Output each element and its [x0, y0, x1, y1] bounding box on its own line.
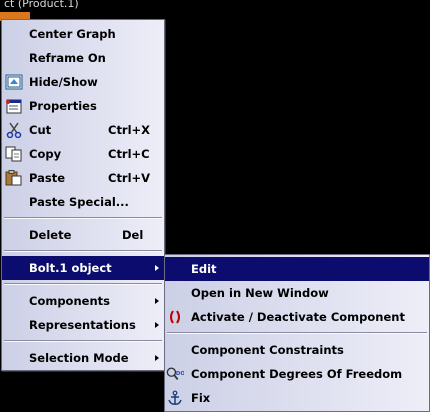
context-menu: Center Graph Reframe On Hide/Show Proper… [1, 19, 165, 371]
menu-item-center-graph[interactable]: Center Graph [2, 22, 164, 46]
menu-item-representations[interactable]: Representations [2, 313, 164, 337]
menu-item-label: Properties [29, 99, 97, 113]
menu-item-label: Bolt.1 object [29, 261, 112, 275]
activate-brackets-icon [170, 310, 180, 324]
svg-text:DOF: DOF [176, 371, 184, 377]
menu-item-label: Cut [29, 123, 52, 137]
properties-icon [6, 99, 22, 114]
menu-item-selection-mode[interactable]: Selection Mode [2, 346, 164, 370]
menu-item-bolt-object[interactable]: Bolt.1 object [2, 256, 164, 280]
menu-item-label: Representations [29, 318, 136, 332]
menu-separator [4, 340, 162, 342]
scissors-icon [6, 122, 22, 138]
menu-item-cut[interactable]: Cut Ctrl+X [2, 118, 164, 142]
submenu-item-component-constraints[interactable]: Component Constraints [165, 338, 429, 362]
menu-item-label: Hide/Show [29, 75, 98, 89]
submenu-item-degrees-of-freedom[interactable]: DOF Component Degrees Of Freedom [165, 362, 429, 386]
menu-item-label: Open in New Window [191, 286, 329, 300]
paste-icon [5, 170, 22, 186]
menu-item-shortcut: Ctrl+X [108, 123, 151, 137]
submenu-item-open-new-window[interactable]: Open in New Window [165, 281, 429, 305]
menu-item-label: Activate / Deactivate Component [191, 310, 405, 324]
menu-item-components[interactable]: Components [2, 289, 164, 313]
menu-item-paste[interactable]: Paste Ctrl+V [2, 166, 164, 190]
menu-item-properties[interactable]: Properties [2, 94, 164, 118]
menu-item-label: Copy [29, 147, 62, 161]
submenu-item-edit[interactable]: Edit [165, 257, 429, 281]
menu-item-reframe-on[interactable]: Reframe On [2, 46, 164, 70]
menu-item-label: Center Graph [29, 27, 116, 41]
menu-separator [4, 250, 162, 252]
submenu-item-activate-deactivate[interactable]: Activate / Deactivate Component [165, 305, 429, 329]
menu-item-shortcut: Del [122, 228, 144, 242]
menu-item-label: Component Constraints [191, 343, 344, 357]
submenu-arrow-icon [155, 322, 159, 328]
anchor-icon [168, 390, 182, 405]
menu-item-label: Paste Special... [29, 195, 129, 209]
menu-item-shortcut: Ctrl+V [108, 171, 151, 185]
menu-item-delete[interactable]: Delete Del [2, 223, 164, 247]
menu-separator [4, 283, 162, 285]
menu-separator [4, 217, 162, 219]
menu-item-label: Components [29, 294, 110, 308]
submenu-arrow-icon [155, 265, 159, 271]
submenu-arrow-icon [155, 355, 159, 361]
menu-item-hide-show[interactable]: Hide/Show [2, 70, 164, 94]
menu-item-label: Selection Mode [29, 351, 129, 365]
menu-separator [167, 332, 427, 334]
menu-item-shortcut: Ctrl+C [108, 147, 150, 161]
degrees-of-freedom-icon: DOF [166, 367, 184, 380]
menu-item-paste-special[interactable]: Paste Special... [2, 190, 164, 214]
menu-item-label: Reframe On [29, 51, 106, 65]
object-submenu: Edit Open in New Window Activate / Deact… [164, 254, 430, 412]
menu-item-label: Component Degrees Of Freedom [191, 367, 403, 381]
copy-icon [5, 146, 22, 162]
menu-item-label: Paste [29, 171, 66, 185]
hide-show-icon [5, 74, 23, 90]
menu-item-copy[interactable]: Copy Ctrl+C [2, 142, 164, 166]
submenu-item-fix[interactable]: Fix [165, 386, 429, 410]
menu-item-label: Delete [29, 228, 72, 242]
submenu-arrow-icon [155, 298, 159, 304]
tree-node-label: ct (Product.1) [4, 0, 79, 10]
menu-item-label: Fix [191, 391, 211, 405]
menu-item-label: Edit [191, 262, 217, 276]
